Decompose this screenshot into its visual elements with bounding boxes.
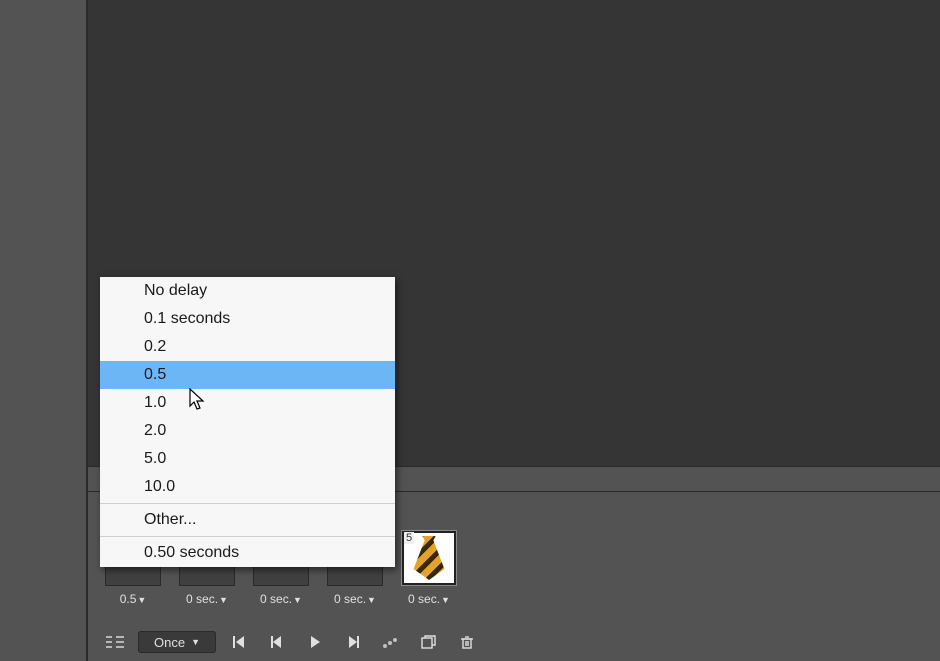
left-gutter	[0, 0, 86, 661]
delay-option-0-2[interactable]: 0.2	[100, 333, 395, 361]
loop-select[interactable]: Once ▼	[138, 631, 216, 653]
delay-option-0-5[interactable]: 0.5	[100, 361, 395, 389]
menu-separator	[100, 503, 395, 504]
delete-frame-button[interactable]	[448, 629, 486, 655]
frame-delay-value: 0 sec.	[186, 592, 218, 606]
frame-delay-value: 0.5	[120, 592, 137, 606]
frame-delay-value: 0 sec.	[334, 592, 366, 606]
timeline-mode-button[interactable]	[96, 629, 134, 655]
delay-current-value[interactable]: 0.50 seconds	[100, 539, 395, 567]
frame-delay-select[interactable]: 0 sec.▼	[392, 592, 466, 606]
first-frame-button[interactable]	[220, 629, 258, 655]
frame-delay-select[interactable]: 0 sec.▼	[170, 592, 244, 606]
frame-delay-select[interactable]: 0.5▼	[96, 592, 170, 606]
play-button[interactable]	[296, 629, 334, 655]
delay-option-10-0[interactable]: 10.0	[100, 473, 395, 501]
delay-option-0-1[interactable]: 0.1 seconds	[100, 305, 395, 333]
delay-option-no-delay[interactable]: No delay	[100, 277, 395, 305]
delay-option-2-0[interactable]: 2.0	[100, 417, 395, 445]
chevron-down-icon: ▼	[293, 595, 302, 605]
chevron-down-icon: ▼	[137, 595, 146, 605]
prev-frame-button[interactable]	[258, 629, 296, 655]
menu-separator	[100, 536, 395, 537]
chevron-down-icon: ▼	[219, 595, 228, 605]
frame-delay-select[interactable]: 0 sec.▼	[318, 592, 392, 606]
frame-delay-value: 0 sec.	[408, 592, 440, 606]
delay-option-1-0[interactable]: 1.0	[100, 389, 395, 417]
delay-option-5-0[interactable]: 5.0	[100, 445, 395, 473]
chevron-down-icon: ▼	[367, 595, 376, 605]
next-frame-button[interactable]	[334, 629, 372, 655]
frame-delay-dropdown: No delay 0.1 seconds 0.2 0.5 1.0 2.0 5.0…	[100, 277, 395, 567]
timeline-controls: Once ▼	[96, 628, 486, 656]
frame-number: 5	[404, 532, 414, 544]
delay-option-other[interactable]: Other...	[100, 506, 395, 534]
duplicate-frame-button[interactable]	[410, 629, 448, 655]
chevron-down-icon: ▼	[441, 595, 450, 605]
frame-delay-value: 0 sec.	[260, 592, 292, 606]
tween-button[interactable]	[372, 629, 410, 655]
frame-delay-select[interactable]: 0 sec.▼	[244, 592, 318, 606]
chevron-down-icon: ▼	[191, 637, 200, 647]
loop-label: Once	[154, 635, 185, 650]
frame-5[interactable]: 5 0 sec.▼	[392, 530, 466, 606]
